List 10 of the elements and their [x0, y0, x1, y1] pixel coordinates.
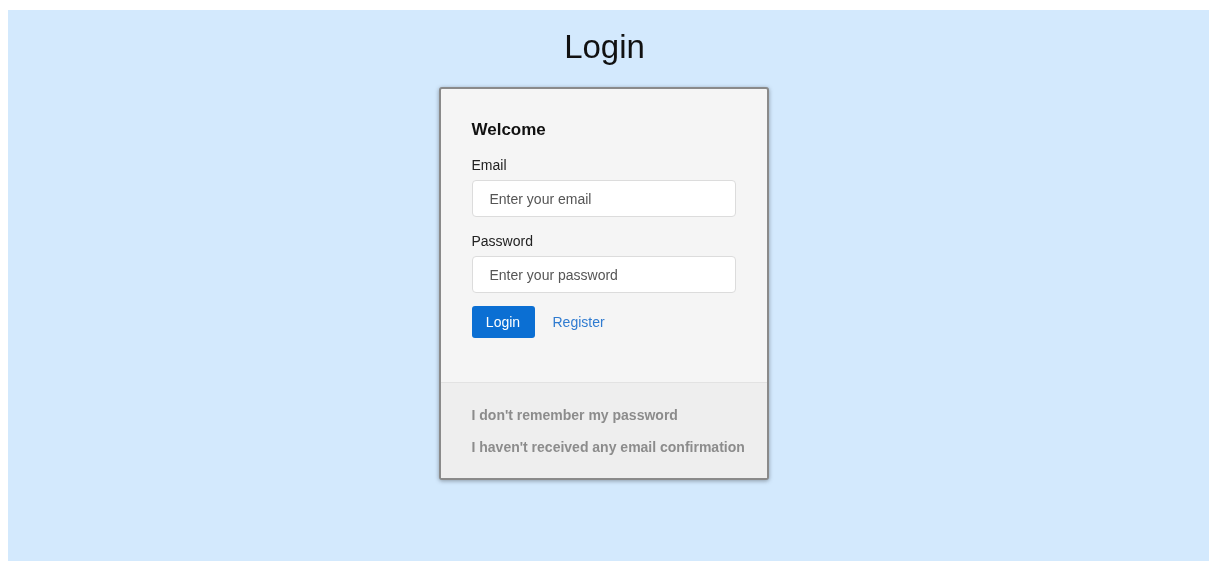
help-link[interactable]: I haven't received any email confirmation — [471, 438, 745, 456]
card-heading: Welcome — [471, 119, 547, 141]
login-button[interactable]: Login — [471, 306, 535, 338]
input-field[interactable]: Enter your password — [471, 256, 736, 293]
page-title: Login — [564, 28, 645, 66]
field-label: Email — [471, 156, 507, 174]
field-label: Password — [471, 232, 533, 250]
register-link[interactable]: Register — [552, 311, 605, 333]
input-field[interactable]: Enter your email — [471, 180, 736, 217]
help-link[interactable]: I don't remember my password — [471, 406, 678, 424]
